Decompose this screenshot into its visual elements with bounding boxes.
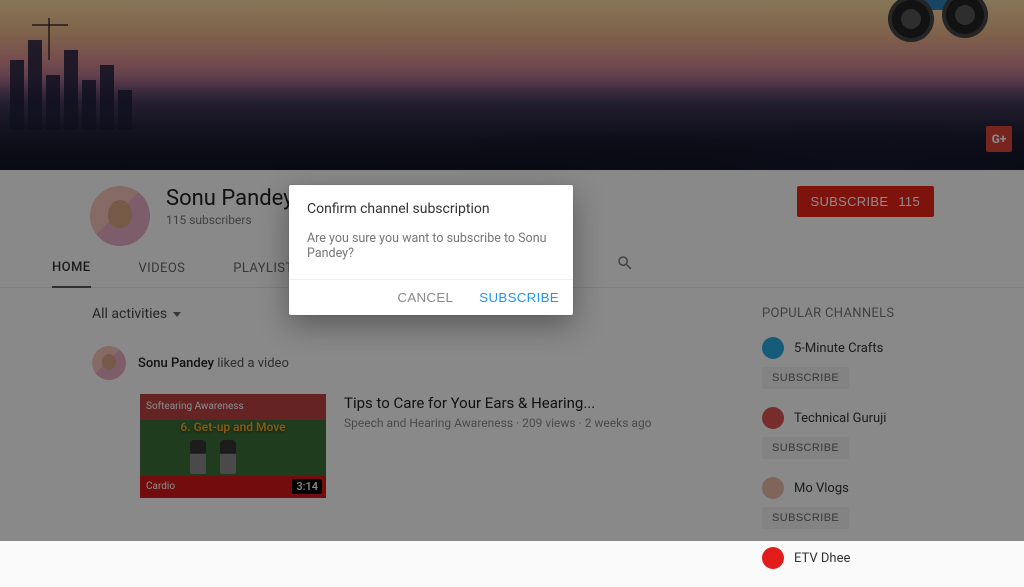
- channel-name[interactable]: ETV Dhee: [794, 551, 850, 566]
- confirm-subscription-dialog: Confirm channel subscription Are you sur…: [289, 185, 573, 315]
- channel-icon[interactable]: [762, 547, 784, 569]
- popular-channel-item: ETV Dhee: [762, 547, 972, 569]
- dialog-text: Are you sure you want to subscribe to So…: [307, 231, 555, 261]
- confirm-subscribe-button[interactable]: SUBSCRIBE: [479, 290, 559, 305]
- dialog-actions: CANCEL SUBSCRIBE: [289, 279, 573, 315]
- cancel-button[interactable]: CANCEL: [397, 290, 453, 305]
- dialog-title: Confirm channel subscription: [307, 201, 555, 217]
